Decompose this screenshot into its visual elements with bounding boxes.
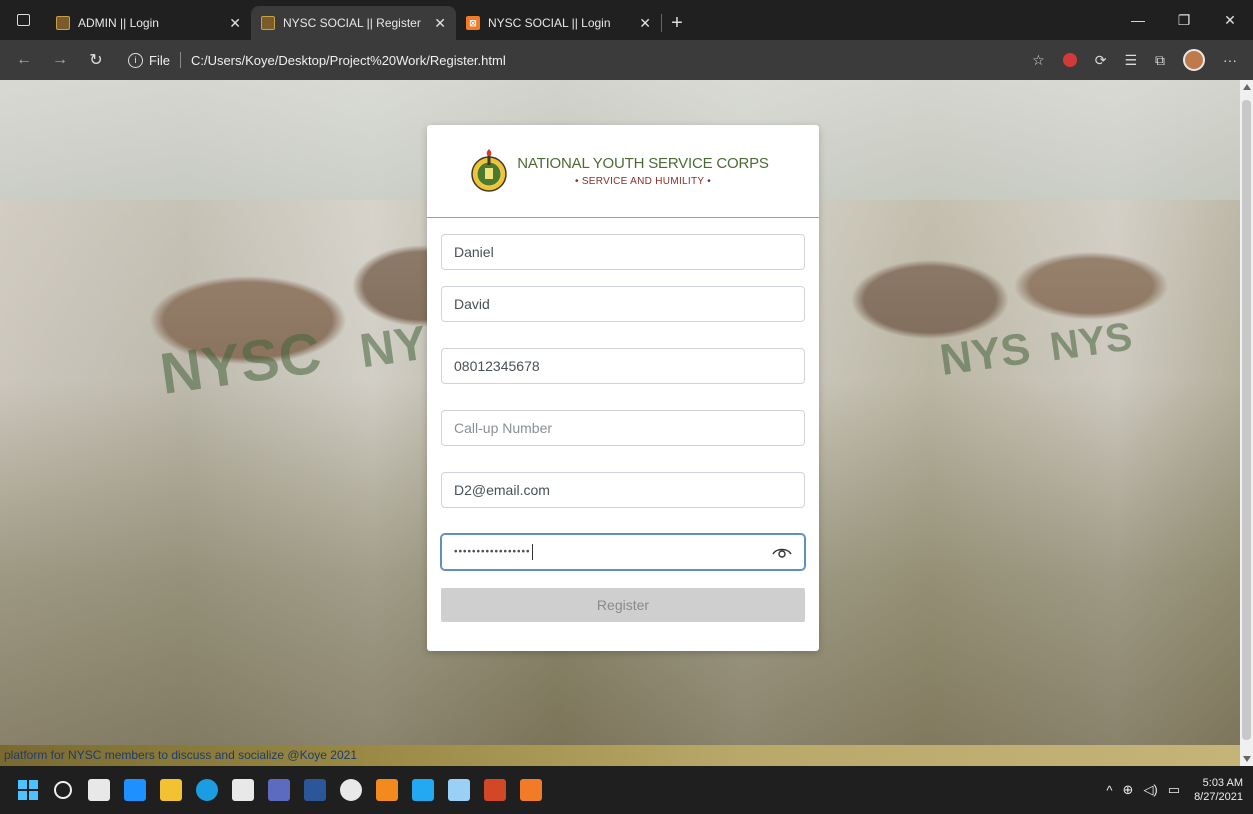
register-card: NATIONAL YOUTH SERVICE CORPS • SERVICE A… [427,125,819,651]
minimize-icon[interactable]: — [1115,12,1161,28]
brand-motto: • SERVICE AND HUMILITY • [574,176,712,187]
tab-admin-login[interactable]: ADMIN || Login ✕ [46,6,251,40]
forward-arrow-icon[interactable]: → [46,51,74,69]
address-bar[interactable]: i File C:/Users/Koye/Desktop/Project%20W… [118,45,1032,75]
tab-nysc-login[interactable]: ⊠ NYSC SOCIAL || Login ✕ [456,6,661,40]
tab-actions-icon [16,14,30,26]
email-value: D2@email.com [454,482,550,498]
tab-title: NYSC SOCIAL || Register [283,16,421,30]
powerpoint-icon[interactable] [484,779,506,801]
windows-taskbar: ^ ⊕ ◁) ▭ 5:03 AM 8/27/2021 [0,766,1253,814]
clock-date: 8/27/2021 [1194,791,1243,803]
tab-nysc-register[interactable]: NYSC SOCIAL || Register ✕ [251,6,456,40]
office-icon[interactable] [268,779,290,801]
clock-time: 5:03 AM [1202,777,1243,789]
text-caret [531,544,533,560]
password-value: ••••••••••••••••• [454,546,531,558]
background-shirt-print: NY [356,316,431,379]
browser-tools: ☆ ⟳ ☰ ⧉ ··· [1032,49,1237,71]
new-tab-button[interactable]: + [662,6,692,40]
nysc-logo-icon [261,16,275,30]
page-scrollbar[interactable] [1240,80,1253,766]
close-tab-icon[interactable]: ✕ [229,15,241,32]
close-window-icon[interactable]: ✕ [1207,12,1253,29]
battery-icon[interactable]: ▭ [1168,782,1180,798]
favorites-icon[interactable]: ☰ [1124,52,1137,69]
favorite-star-icon[interactable]: ☆ [1032,52,1045,69]
task-view-icon[interactable] [88,779,110,801]
background-shirt-print: NYS [1047,314,1135,370]
chevron-up-icon[interactable]: ^ [1106,783,1112,798]
search-icon[interactable] [54,781,72,799]
extension-icon[interactable] [1062,53,1077,67]
widgets-icon[interactable] [124,779,146,801]
photos-icon[interactable] [448,779,470,801]
vscode-icon[interactable] [412,779,434,801]
url-divider [179,52,181,68]
start-menu-icon[interactable] [18,780,38,800]
phone-input[interactable]: 08012345678 [441,348,805,384]
close-tab-icon[interactable]: ✕ [434,15,446,32]
system-tray: ^ ⊕ ◁) ▭ 5:03 AM 8/27/2021 [1106,776,1253,804]
phone-value: 08012345678 [454,358,540,374]
info-icon[interactable]: i [128,52,143,68]
scroll-up-icon[interactable] [1243,84,1251,90]
system-clock[interactable]: 5:03 AM 8/27/2021 [1194,776,1243,804]
password-input[interactable]: ••••••••••••••••• [441,534,805,570]
tab-actions-button[interactable] [0,0,46,40]
browser-tab-bar: ADMIN || Login ✕ NYSC SOCIAL || Register… [0,0,1253,40]
brand-name: NATIONAL YOUTH SERVICE CORPS [517,155,769,172]
nysc-logo-icon [471,149,508,192]
back-arrow-icon[interactable]: ← [10,51,38,69]
file-explorer-icon[interactable] [160,779,182,801]
page-footer: platform for NYSC members to discuss and… [0,745,1240,766]
email-input[interactable]: D2@email.com [441,472,805,508]
background-shirt-print: NYS [936,323,1034,386]
obs-icon[interactable] [340,779,362,801]
footer-text: platform for NYSC members to discuss and… [4,748,357,762]
scroll-down-icon[interactable] [1243,756,1251,762]
more-options-icon[interactable]: ··· [1223,52,1237,68]
tab-title: ADMIN || Login [78,16,159,30]
collections-icon[interactable]: ⧉ [1155,52,1165,69]
card-header: NATIONAL YOUTH SERVICE CORPS • SERVICE A… [427,125,819,218]
vlc-icon[interactable] [376,779,398,801]
scroll-thumb[interactable] [1242,100,1251,740]
brand-block: NATIONAL YOUTH SERVICE CORPS • SERVICE A… [517,155,769,187]
nysc-logo-icon [56,16,70,30]
register-button[interactable]: Register [441,588,805,622]
volume-icon[interactable]: ◁) [1143,782,1157,798]
callup-number-placeholder: Call-up Number [454,420,553,436]
first-name-input[interactable]: Daniel [441,234,805,270]
url-scheme-label: File [149,52,170,68]
network-icon[interactable]: ⊕ [1123,782,1134,798]
address-toolbar: ← → ↻ i File C:/Users/Koye/Desktop/Proje… [0,40,1253,80]
xampp-icon: ⊠ [466,16,480,30]
window-controls: — ❐ ✕ [1115,0,1253,40]
register-form: Daniel David 08012345678 Call-up Number … [427,218,819,622]
xampp-icon[interactable] [520,779,542,801]
callup-number-input[interactable]: Call-up Number [441,410,805,446]
last-name-input[interactable]: David [441,286,805,322]
word-icon[interactable] [304,779,326,801]
show-password-eye-icon[interactable] [772,545,792,559]
edge-browser-icon[interactable] [196,779,218,801]
last-name-value: David [454,296,490,312]
restore-icon[interactable]: ❐ [1161,12,1207,29]
profile-avatar[interactable] [1183,49,1205,71]
first-name-value: Daniel [454,244,494,260]
refresh-icon[interactable]: ↻ [82,50,110,70]
url-text[interactable]: C:/Users/Koye/Desktop/Project%20Work/Reg… [191,53,506,68]
store-icon[interactable] [232,779,254,801]
puzzle-icon[interactable]: ⟳ [1095,52,1107,69]
tab-title: NYSC SOCIAL || Login [488,16,611,30]
close-tab-icon[interactable]: ✕ [639,15,651,32]
